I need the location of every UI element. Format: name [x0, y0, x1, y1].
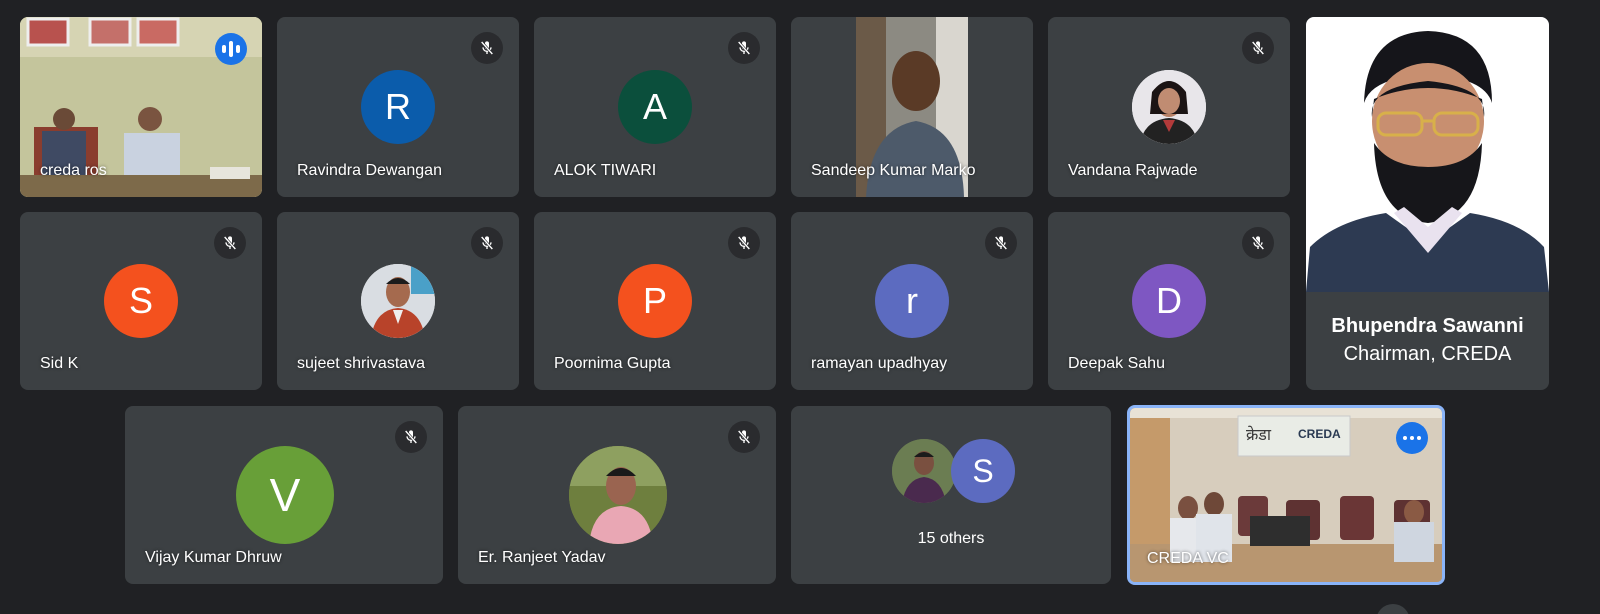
mic-off-icon: [985, 227, 1017, 259]
participant-tile-ramayan-upadhyay[interactable]: r ramayan upadhyay: [791, 212, 1033, 390]
participant-name: Vijay Kumar Dhruw: [145, 549, 282, 566]
audio-level-icon: [215, 33, 247, 65]
participant-name: ramayan upadhyay: [811, 355, 948, 372]
mic-off-icon: [728, 227, 760, 259]
avatar: S: [951, 439, 1015, 503]
mic-off-icon: [471, 32, 503, 64]
participant-tile-sujeet-shrivastava[interactable]: sujeet shrivastava: [277, 212, 519, 390]
more-options-icon[interactable]: [1396, 422, 1428, 454]
control-button-partial[interactable]: [1376, 604, 1410, 614]
participant-name: Er. Ranjeet Yadav: [478, 549, 606, 566]
participant-tile-creda-ros[interactable]: creda ros: [20, 17, 262, 197]
participant-tile-sandeep-kumar-marko[interactable]: Sandeep Kumar Marko: [791, 17, 1033, 197]
avatar-photo: [1132, 70, 1206, 144]
participant-tile-sid-k[interactable]: S Sid K: [20, 212, 262, 390]
avatar-photo: [361, 264, 435, 338]
participant-tile-vijay-kumar-dhruw[interactable]: V Vijay Kumar Dhruw: [125, 406, 443, 584]
participant-tile-chairman[interactable]: Bhupendra Sawanni Chairman, CREDA: [1306, 17, 1549, 390]
participant-tile-creda-vc[interactable]: क्रेडा CREDA CREDA VC: [1127, 405, 1445, 585]
participant-name: Vandana Rajwade: [1068, 162, 1198, 179]
chairman-photo: [1306, 17, 1549, 292]
participant-name: creda ros: [40, 162, 107, 179]
avatar: V: [236, 446, 334, 544]
mic-off-icon: [728, 421, 760, 453]
avatar: D: [1132, 264, 1206, 338]
participant-name: Ravindra Dewangan: [297, 162, 442, 179]
avatar: P: [618, 264, 692, 338]
mic-off-icon: [214, 227, 246, 259]
participant-tile-poornima-gupta[interactable]: P Poornima Gupta: [534, 212, 776, 390]
participant-tile-er-ranjeet-yadav[interactable]: Er. Ranjeet Yadav: [458, 406, 776, 584]
sign-hindi: क्रेडा: [1246, 425, 1272, 444]
chairman-title: Chairman, CREDA: [1343, 343, 1512, 365]
participant-name: Deepak Sahu: [1068, 355, 1165, 372]
participant-name: Poornima Gupta: [554, 355, 671, 372]
avatar-photo: [569, 446, 667, 544]
participant-name: sujeet shrivastava: [297, 355, 426, 372]
mic-off-icon: [395, 421, 427, 453]
participant-tile-alok-tiwari[interactable]: A ALOK TIWARI: [534, 17, 776, 197]
others-label: 15 others: [917, 530, 985, 547]
mic-off-icon: [1242, 227, 1274, 259]
participant-tile-ravindra-dewangan[interactable]: R Ravindra Dewangan: [277, 17, 519, 197]
mic-off-icon: [1242, 32, 1274, 64]
participant-name: Sid K: [40, 355, 79, 372]
sign-english: CREDA: [1298, 427, 1341, 441]
avatar: A: [618, 70, 692, 144]
participant-tile-vandana-rajwade[interactable]: Vandana Rajwade: [1048, 17, 1290, 197]
avatar: S: [104, 264, 178, 338]
participant-tile-deepak-sahu[interactable]: D Deepak Sahu: [1048, 212, 1290, 390]
mic-off-icon: [471, 227, 503, 259]
chairman-name: Bhupendra Sawanni: [1331, 315, 1524, 337]
mic-off-icon: [728, 32, 760, 64]
participant-name: ALOK TIWARI: [554, 162, 657, 179]
others-tile[interactable]: S 15 others: [791, 406, 1111, 584]
avatar: r: [875, 264, 949, 338]
avatar: R: [361, 70, 435, 144]
participant-name: CREDA VC: [1147, 550, 1229, 567]
participant-name: Sandeep Kumar Marko: [811, 162, 976, 179]
avatar-photo: [892, 439, 956, 503]
